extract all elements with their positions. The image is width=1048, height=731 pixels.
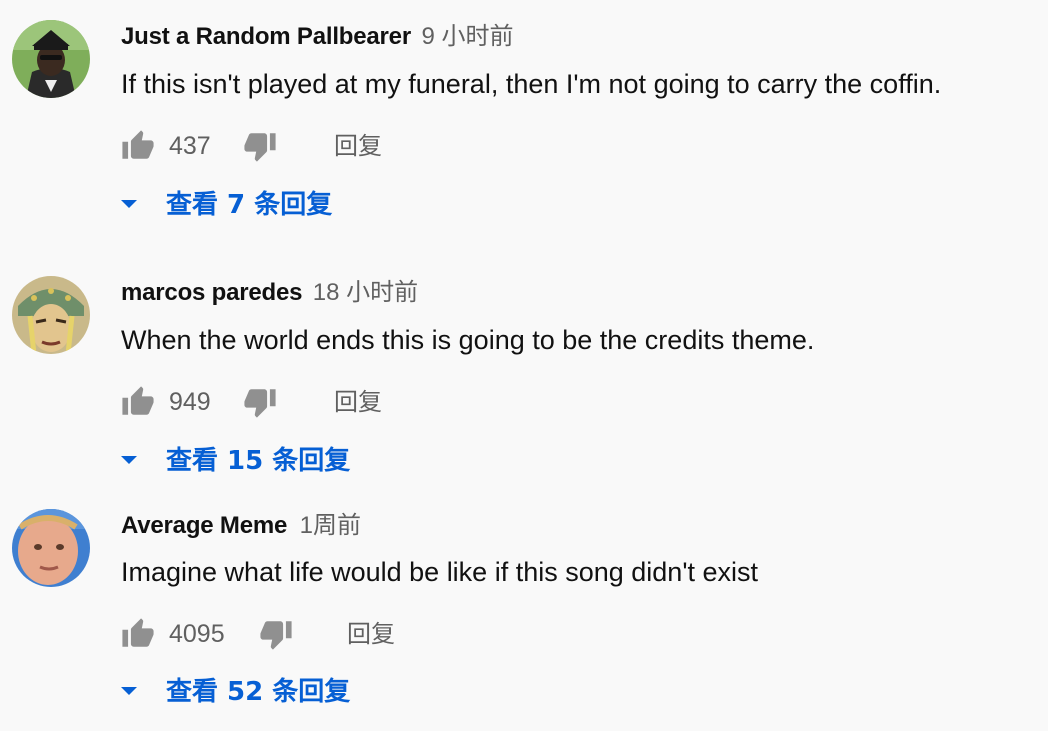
- comment-header: Average Meme 1周前: [121, 511, 361, 541]
- dislike-button[interactable]: [243, 129, 277, 163]
- thumbs-up-icon: [122, 386, 154, 415]
- anime-character-avatar-icon: [12, 276, 90, 354]
- comment-text: Imagine what life would be like if this …: [121, 557, 758, 587]
- face-avatar-icon: [12, 509, 90, 587]
- comment-actions: 4095 回复: [121, 617, 521, 651]
- like-count: 949: [169, 388, 211, 416]
- author-name[interactable]: marcos paredes: [121, 279, 303, 306]
- dislike-button[interactable]: [243, 385, 277, 419]
- like-button[interactable]: [121, 385, 155, 419]
- comment-header: Just a Random Pallbearer 9 小时前: [121, 22, 513, 52]
- caret-down-icon: [121, 200, 137, 208]
- comment-actions: 437 回复: [121, 129, 521, 163]
- comment-text: If this isn't played at my funeral, then…: [121, 69, 942, 99]
- dislike-button[interactable]: [259, 617, 293, 651]
- thumbs-up-icon: [122, 618, 154, 647]
- view-replies-label: 查看 15 条回复: [166, 446, 351, 476]
- avatar[interactable]: [12, 509, 90, 587]
- timestamp[interactable]: 9 小时前: [421, 23, 513, 50]
- like-count: 4095: [169, 620, 225, 648]
- thumbs-down-icon: [244, 389, 276, 418]
- author-name[interactable]: Just a Random Pallbearer: [121, 23, 411, 50]
- thumbs-up-icon: [122, 130, 154, 159]
- thumbs-down-icon: [260, 621, 292, 650]
- reply-button[interactable]: 回复: [334, 385, 382, 419]
- reply-button[interactable]: 回复: [347, 617, 395, 651]
- avatar[interactable]: [12, 20, 90, 98]
- avatar[interactable]: [12, 276, 90, 354]
- timestamp[interactable]: 18 小时前: [313, 279, 418, 306]
- caret-down-icon: [121, 687, 137, 695]
- thumbs-down-icon: [244, 133, 276, 162]
- like-button[interactable]: [121, 617, 155, 651]
- like-button[interactable]: [121, 129, 155, 163]
- view-replies-label: 查看 52 条回复: [166, 677, 351, 707]
- caret-down-icon: [121, 456, 137, 464]
- pallbearer-avatar-icon: [12, 20, 90, 98]
- author-name[interactable]: Average Meme: [121, 512, 287, 539]
- timestamp[interactable]: 1周前: [300, 512, 361, 539]
- comment-actions: 949 回复: [121, 385, 521, 419]
- reply-button[interactable]: 回复: [334, 129, 382, 163]
- like-count: 437: [169, 132, 211, 160]
- view-replies-label: 查看 7 条回复: [166, 190, 333, 220]
- comment-text: When the world ends this is going to be …: [121, 325, 815, 355]
- comment-header: marcos paredes 18 小时前: [121, 278, 418, 308]
